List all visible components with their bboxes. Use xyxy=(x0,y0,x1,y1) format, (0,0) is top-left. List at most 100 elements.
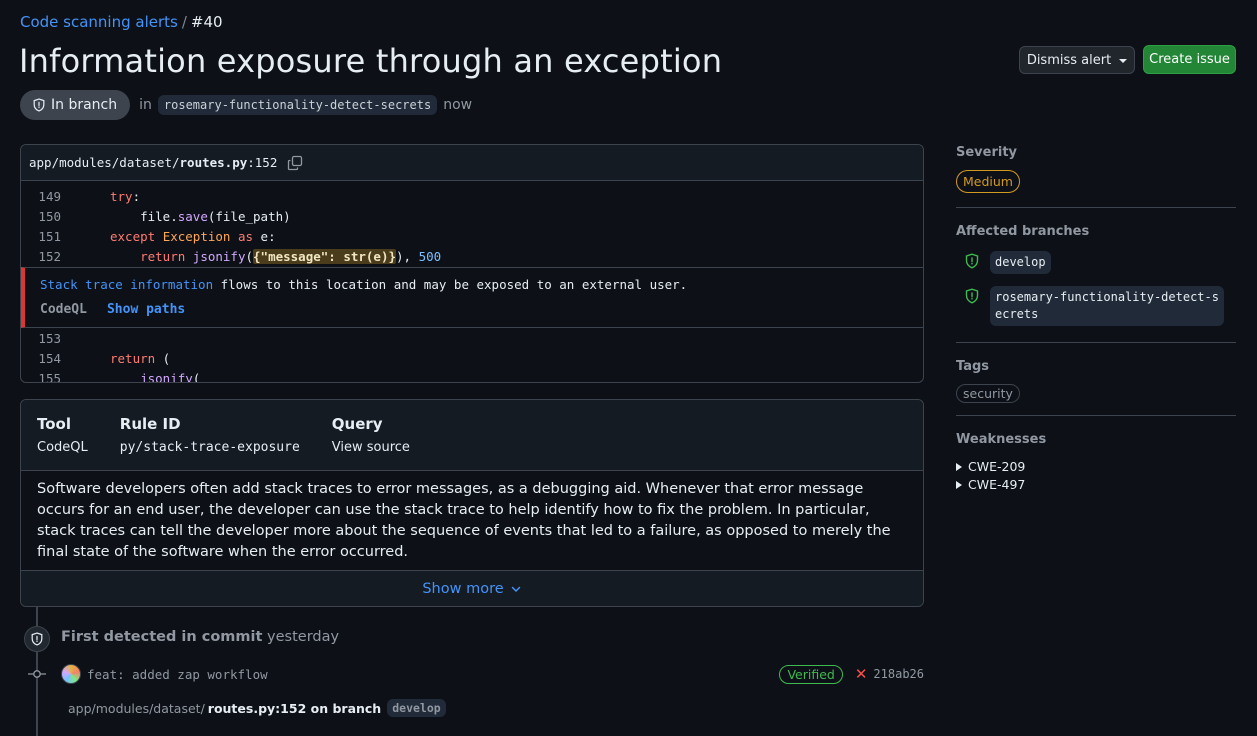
rule-info-panel: Tool CodeQL Rule ID py/stack-trace-exposur… xyxy=(20,399,924,607)
location-path: app/modules/dataset/ xyxy=(68,700,205,716)
code-line: 151 except Exception as e: xyxy=(21,226,923,246)
code-token: : xyxy=(132,188,141,204)
line-number: 152 xyxy=(38,248,61,264)
dismiss-alert-button[interactable]: Dismiss alert xyxy=(1019,46,1135,74)
shield-check-icon xyxy=(965,288,979,304)
code-token: e: xyxy=(253,228,276,244)
rule-header: Tool CodeQL Rule ID py/stack-trace-exposur… xyxy=(21,400,923,471)
highlighted-code: {"message": str(e)} xyxy=(253,248,397,264)
code-token: save xyxy=(177,208,208,224)
verified-badge[interactable]: Verified xyxy=(779,664,843,684)
file-line: :152 xyxy=(247,155,278,170)
code-token: ), xyxy=(396,248,419,264)
location-branch-chip[interactable]: develop xyxy=(387,699,446,717)
timeline-badge xyxy=(24,626,50,652)
caret-down-icon xyxy=(1119,59,1128,63)
triangle-right-icon xyxy=(956,462,962,471)
code-line: 150 file.save(file_path) xyxy=(21,206,923,226)
commit-icon xyxy=(28,669,46,679)
commit-sha-link[interactable]: 218ab26 xyxy=(873,667,924,681)
branch-chip-rosemary[interactable]: rosemary-functionality-detect-s ecrets xyxy=(990,286,1224,326)
shield-icon xyxy=(31,632,43,646)
code-token: return xyxy=(140,248,186,264)
code-token: ( xyxy=(192,370,201,383)
file-path-prefix: app/modules/dataset/ xyxy=(29,155,180,170)
query-column: Query View source xyxy=(332,415,410,470)
page-title: Information exposure through an exceptio… xyxy=(19,42,723,80)
code-token: ( xyxy=(155,350,171,366)
tool-value: CodeQL xyxy=(37,440,88,455)
commit-message-link[interactable]: feat: added zap workflow xyxy=(87,667,268,682)
code-file-header: app/modules/dataset/routes.py:152 xyxy=(21,145,923,181)
branch-item: develop xyxy=(956,251,1236,274)
weakness-item[interactable]: CWE-497 xyxy=(956,477,1236,492)
tags-title: Tags xyxy=(956,359,990,374)
affected-branches-title: Affected branches xyxy=(956,224,1090,239)
code-line: 155 jsonify( xyxy=(21,368,923,383)
breadcrumb-code-scanning-link[interactable]: Code scanning alerts xyxy=(20,13,178,31)
code-token: ( xyxy=(245,248,254,264)
alert-message-box: Stack trace information flows to this lo… xyxy=(21,267,923,328)
line-number: 151 xyxy=(38,228,61,244)
code-token: try xyxy=(110,188,133,204)
code-token: except xyxy=(110,228,156,244)
chevron-down-icon xyxy=(511,586,520,593)
code-token: Exception xyxy=(162,228,231,244)
branch-chip-develop[interactable]: develop xyxy=(990,251,1051,274)
create-issue-button[interactable]: Create issue xyxy=(1143,45,1236,74)
code-line: 152 return jsonify({"message": str(e)}),… xyxy=(21,246,923,266)
stack-trace-link[interactable]: Stack trace information xyxy=(40,277,213,292)
sidebar-divider xyxy=(956,415,1236,416)
code-line: 154 return ( xyxy=(21,348,923,368)
code-line: 153 xyxy=(21,328,923,348)
status-branch-chip[interactable]: rosemary-functionality-detect-secrets xyxy=(157,95,438,115)
line-number: 149 xyxy=(38,188,61,204)
weaknesses-title: Weaknesses xyxy=(956,432,1047,447)
show-more-label: Show more xyxy=(422,581,504,597)
code-token: as xyxy=(237,228,254,244)
code-line: 149 try: xyxy=(21,186,923,206)
code-token: (file_path) xyxy=(207,208,291,224)
weakness-item[interactable]: CWE-209 xyxy=(956,459,1236,474)
sidebar-divider xyxy=(956,342,1236,343)
avatar[interactable] xyxy=(61,664,81,684)
alert-message: flows to this location and may be expose… xyxy=(213,277,688,292)
tool-column: Tool CodeQL xyxy=(37,415,88,470)
branch-chip-line: ecrets xyxy=(995,307,1039,321)
show-paths-button[interactable]: Show paths xyxy=(107,302,185,317)
status-in-text: in xyxy=(139,97,152,113)
state-label: In branch xyxy=(51,97,118,113)
commit-meta: Verified ✕ 218ab26 xyxy=(779,664,924,684)
shield-check-icon xyxy=(965,253,979,269)
line-number: 153 xyxy=(38,330,61,346)
tag-security[interactable]: security xyxy=(956,384,1020,403)
sidebar-divider xyxy=(956,207,1236,208)
x-icon[interactable]: ✕ xyxy=(855,665,868,683)
commit-row: feat: added zap workflow Verified ✕ 218a… xyxy=(28,662,924,686)
shield-icon xyxy=(33,98,45,112)
location-row: app/modules/dataset/ routes.py:152 on br… xyxy=(68,699,446,717)
code-token: jsonify xyxy=(140,370,193,383)
status-time: now xyxy=(443,97,473,113)
triangle-right-icon xyxy=(956,480,962,489)
location-file[interactable]: routes.py:152 on branch xyxy=(208,701,381,716)
state-badge: In branch xyxy=(20,90,131,120)
code-token: 500 xyxy=(418,248,442,264)
first-detected-time: yesterday xyxy=(267,629,340,645)
copy-icon[interactable] xyxy=(287,155,303,171)
first-detected-label: First detected in commit xyxy=(61,629,263,645)
alert-engine: CodeQL xyxy=(40,302,87,317)
view-source-link[interactable]: View source xyxy=(332,440,410,455)
rule-id-value: py/stack-trace-exposure xyxy=(119,440,300,455)
breadcrumb-current: #40 xyxy=(190,13,223,31)
line-number: 154 xyxy=(38,350,61,366)
severity-badge: Medium xyxy=(956,170,1020,193)
weakness-label: CWE-209 xyxy=(968,459,1026,474)
line-number: 155 xyxy=(38,370,61,383)
severity-title: Severity xyxy=(956,145,1018,160)
dismiss-alert-label: Dismiss alert xyxy=(1026,52,1112,68)
show-more-button[interactable]: Show more xyxy=(21,570,923,606)
sidebar: Severity Medium Affected branches develo… xyxy=(956,145,1236,492)
query-label: Query xyxy=(331,415,383,433)
first-detected-text: First detected in commit yesterday xyxy=(61,629,339,645)
